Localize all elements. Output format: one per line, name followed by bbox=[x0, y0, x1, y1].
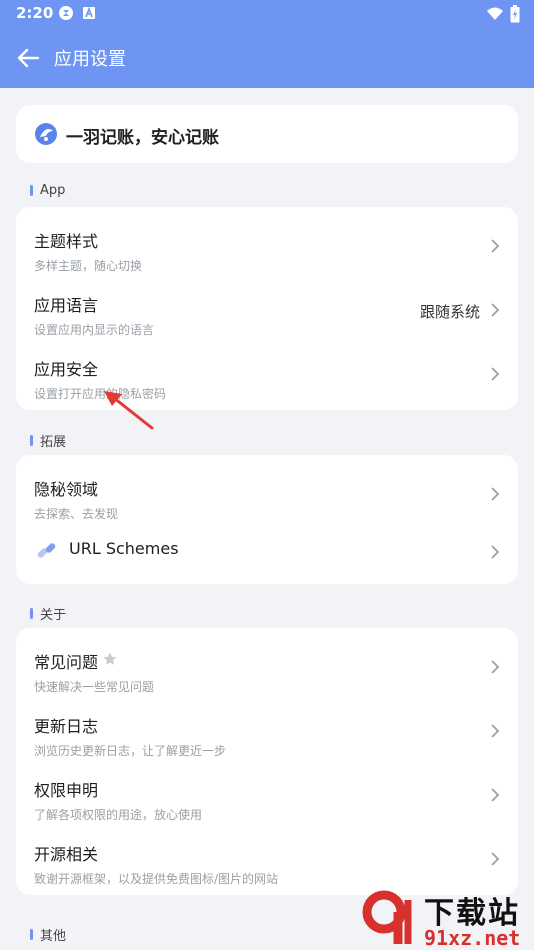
faq-item[interactable]: 常见问题 快速解决一些常见问题 bbox=[16, 634, 518, 698]
page-title: 应用设置 bbox=[54, 49, 126, 70]
item-subtitle: 了解各项权限的用途，放心使用 bbox=[34, 808, 203, 822]
item-subtitle: 致谢开源框架，以及提供免费图标/图片的网站 bbox=[34, 872, 279, 886]
extensions-card: 隐秘领域 去探索、去发现 URL Schemes bbox=[16, 455, 518, 584]
item-subtitle: 快速解决一些常见问题 bbox=[34, 680, 155, 694]
language-value: 跟随系统 bbox=[419, 303, 480, 321]
annotation-arrow-icon bbox=[104, 391, 154, 430]
watermark-logo-icon bbox=[362, 890, 412, 944]
battery-icon bbox=[510, 5, 520, 23]
url-schemes-item[interactable]: URL Schemes bbox=[16, 519, 518, 583]
section-marker bbox=[30, 435, 33, 446]
app-bar: 应用设置 bbox=[0, 28, 534, 88]
changelog-item[interactable]: 更新日志 浏览历史更新日志，让了解更近一步 bbox=[16, 698, 518, 762]
chevron-right-icon bbox=[491, 303, 500, 317]
section-label-about: 关于 bbox=[30, 604, 66, 623]
app-security-item[interactable]: 应用安全 设置打开应用的隐私密码 bbox=[16, 341, 518, 405]
app-logo-icon bbox=[35, 123, 57, 145]
item-subtitle: 浏览历史更新日志，让了解更近一步 bbox=[34, 744, 227, 758]
section-label-app: App bbox=[30, 183, 65, 198]
notification-a-icon bbox=[83, 6, 95, 19]
item-title: 应用语言 bbox=[34, 296, 99, 315]
section-label-text: 拓展 bbox=[40, 435, 67, 450]
chevron-right-icon bbox=[491, 239, 500, 253]
item-title: 主题样式 bbox=[34, 232, 99, 251]
section-label-text: 其他 bbox=[40, 929, 67, 944]
section-label-other: 其他 bbox=[30, 925, 66, 944]
watermark: 下载站 91xz.net bbox=[354, 886, 534, 950]
section-marker bbox=[30, 929, 33, 940]
item-title: 开源相关 bbox=[34, 845, 99, 864]
section-label-text: 关于 bbox=[40, 608, 67, 623]
app-language-item[interactable]: 应用语言 设置应用内显示的语言 跟随系统 bbox=[16, 277, 518, 341]
chevron-right-icon bbox=[491, 852, 500, 866]
chevron-right-icon bbox=[491, 545, 500, 559]
back-arrow-icon[interactable] bbox=[14, 44, 42, 72]
watermark-url: 91xz.net bbox=[424, 926, 521, 950]
section-marker bbox=[30, 185, 33, 196]
item-subtitle: 多样主题，随心切换 bbox=[34, 259, 143, 273]
status-time: 2:20 bbox=[16, 4, 54, 22]
chevron-right-icon bbox=[491, 487, 500, 501]
item-title: URL Schemes bbox=[69, 539, 179, 558]
chevron-right-icon bbox=[491, 660, 500, 674]
section-label-text: App bbox=[40, 183, 66, 198]
section-label-extensions: 拓展 bbox=[30, 431, 66, 450]
chevron-right-icon bbox=[491, 788, 500, 802]
permissions-item[interactable]: 权限申明 了解各项权限的用途，放心使用 bbox=[16, 762, 518, 826]
item-title: 更新日志 bbox=[34, 717, 99, 736]
status-bar: 2:20 bbox=[0, 0, 534, 28]
item-subtitle: 设置应用内显示的语言 bbox=[34, 323, 155, 337]
section-marker bbox=[30, 608, 33, 619]
chevron-right-icon bbox=[491, 724, 500, 738]
link-icon bbox=[37, 543, 56, 558]
chevron-right-icon bbox=[491, 367, 500, 381]
hidden-realm-item[interactable]: 隐秘领域 去探索、去发现 bbox=[16, 461, 518, 525]
item-title: 权限申明 bbox=[34, 781, 99, 800]
item-title: 常见问题 bbox=[34, 653, 99, 672]
about-card: 常见问题 快速解决一些常见问题 更新日志 浏览历史更新日志，让了解更近一步 权限… bbox=[16, 628, 518, 895]
slogan-text: 一羽记账，安心记账 bbox=[66, 128, 219, 148]
slogan-card: 一羽记账，安心记账 bbox=[16, 105, 518, 163]
wifi-icon bbox=[487, 7, 503, 20]
item-title: 应用安全 bbox=[34, 360, 99, 379]
star-icon bbox=[103, 652, 117, 665]
sync-icon bbox=[59, 6, 73, 20]
theme-style-item[interactable]: 主题样式 多样主题，随心切换 bbox=[16, 213, 518, 277]
open-source-item[interactable]: 开源相关 致谢开源框架，以及提供免费图标/图片的网站 bbox=[16, 826, 518, 890]
item-title: 隐秘领域 bbox=[34, 480, 99, 499]
app-settings-card: 主题样式 多样主题，随心切换 应用语言 设置应用内显示的语言 跟随系统 应用安全… bbox=[16, 207, 518, 410]
